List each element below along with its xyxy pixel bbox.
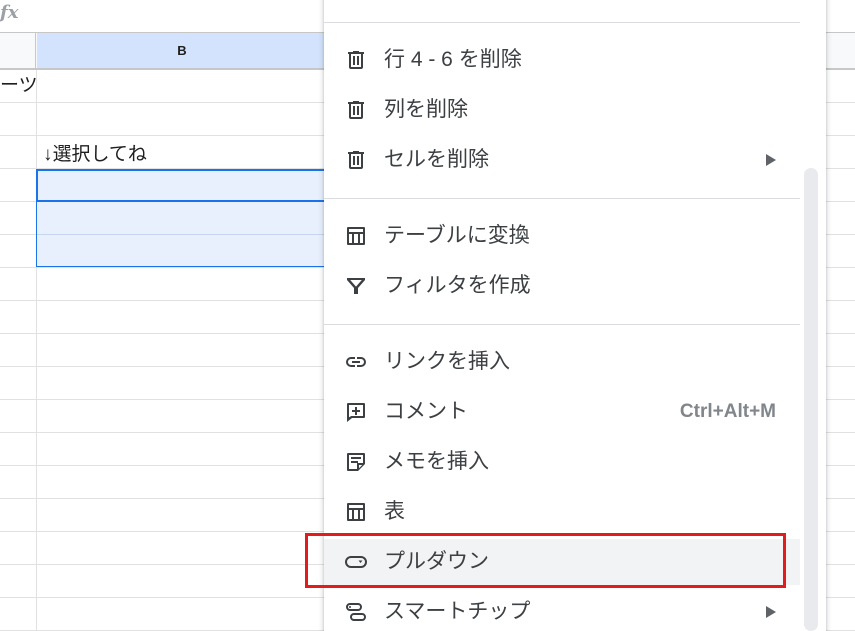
menu-item-delete-cells[interactable]: セルを削除 [324,137,800,183]
menu-item-label: セルを削除 [384,148,489,171]
menu-item-label: コメント [384,400,468,423]
menu-item-label: テーブルに変換 [384,224,530,247]
menu-item-insert-link[interactable]: リンクを挿入 [324,339,800,385]
highlight-annotation [305,533,786,588]
menu-separator [324,22,800,23]
trash-icon [344,48,368,72]
menu-item-label: リンクを挿入 [384,350,510,373]
link-icon [344,350,368,374]
column-header-b[interactable]: B [37,33,367,68]
menu-item-label: 列を削除 [384,98,468,121]
add-comment-icon [344,400,368,424]
menu-scrollbar[interactable] [804,168,818,631]
menu-item-label: メモを挿入 [384,450,489,473]
cell-a2[interactable]: ーツ [0,72,38,100]
active-cell[interactable] [36,169,336,202]
fx-icon: fx [0,2,19,23]
menu-item-delete-rows[interactable]: 行 4 - 6 を削除 [324,37,800,83]
menu-item-convert-to-table[interactable]: テーブルに変換 [324,213,800,259]
table-icon [344,500,368,524]
submenu-arrow-icon [766,154,776,166]
menu-item-insert-note[interactable]: メモを挿入 [324,439,800,485]
filter-icon [344,274,368,298]
menu-separator [324,198,800,199]
selection-row-divider [37,234,335,235]
smart-chip-icon [344,600,368,624]
note-icon [344,450,368,474]
menu-item-table[interactable]: 表 [324,489,800,535]
column-header-a[interactable] [0,33,36,68]
menu-separator [324,324,800,325]
menu-item-label: 行 4 - 6 を削除 [384,48,522,71]
menu-item-label: 表 [384,500,405,523]
menu-item-smart-chips[interactable]: スマートチップ [324,589,800,631]
trash-icon [344,148,368,172]
shortcut-label: Ctrl+Alt+M [679,401,776,422]
table-icon [344,224,368,248]
menu-item-comment[interactable]: コメント Ctrl+Alt+M [324,389,800,435]
menu-item-create-filter[interactable]: フィルタを作成 [324,263,800,309]
spreadsheet-window: fx B ーツ ↓選択してね 行 4 - 6 を削除 列を削除 セルを削除 テー… [0,0,855,631]
menu-item-label: フィルタを作成 [384,274,531,297]
menu-item-delete-column[interactable]: 列を削除 [324,87,800,133]
menu-item-label: スマートチップ [384,600,531,623]
cell-b4[interactable]: ↓選択してね [43,141,147,169]
trash-icon [344,98,368,122]
column-divider [36,70,37,631]
submenu-arrow-icon [766,606,776,618]
